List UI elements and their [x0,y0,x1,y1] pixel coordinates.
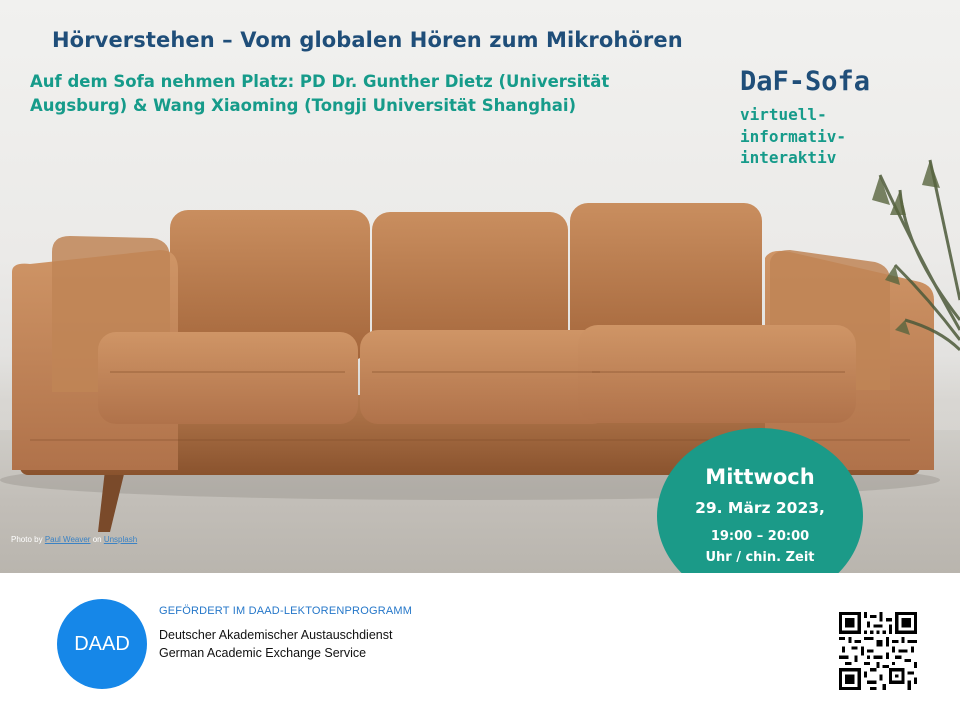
credit-middle: on [90,535,104,544]
event-flyer: Hörverstehen – Vom globalen Hören zum Mi… [0,0,960,720]
event-timezone: Uhr / chin. Zeit [705,549,815,565]
daad-logo: DAAD [57,599,147,689]
unsplash-link[interactable]: Unsplash [104,535,137,544]
organization-name: Deutscher Akademischer Austauschdienst G… [159,627,392,662]
event-date: 29. März 2023, [695,499,825,517]
author-link[interactable]: Paul Weaver [45,535,91,544]
org-name-de: Deutscher Akademischer Austauschdienst [159,628,393,642]
event-day: Mittwoch [705,465,815,489]
funding-note: GEFÖRDERT IM DAAD-LEKTORENPROGRAMM [159,605,413,617]
brand-name: DaF-Sofa [740,66,871,97]
credit-prefix: Photo by [11,535,45,544]
org-name-en: German Academic Exchange Service [159,645,367,660]
photo-credit: Photo by Paul Weaver on Unsplash [11,535,137,544]
guests-subtitle: Auf dem Sofa nehmen Platz: PD Dr. Gunthe… [30,72,610,115]
qr-code-icon[interactable] [839,612,917,690]
tagline-line: virtuell- [740,105,827,124]
tagline-line: interaktiv [740,148,837,168]
event-time: 19:00 – 20:00 Uhr / chin. Zeit [657,527,863,569]
brand-tagline: virtuell- informativ- interaktiv [740,104,890,169]
footer: DAAD GEFÖRDERT IM DAAD-LEKTORENPROGRAMM … [0,573,960,720]
page-title: Hörverstehen – Vom globalen Hören zum Mi… [52,28,683,52]
tagline-line: informativ- [740,126,846,146]
event-time-range: 19:00 – 20:00 [710,529,810,544]
